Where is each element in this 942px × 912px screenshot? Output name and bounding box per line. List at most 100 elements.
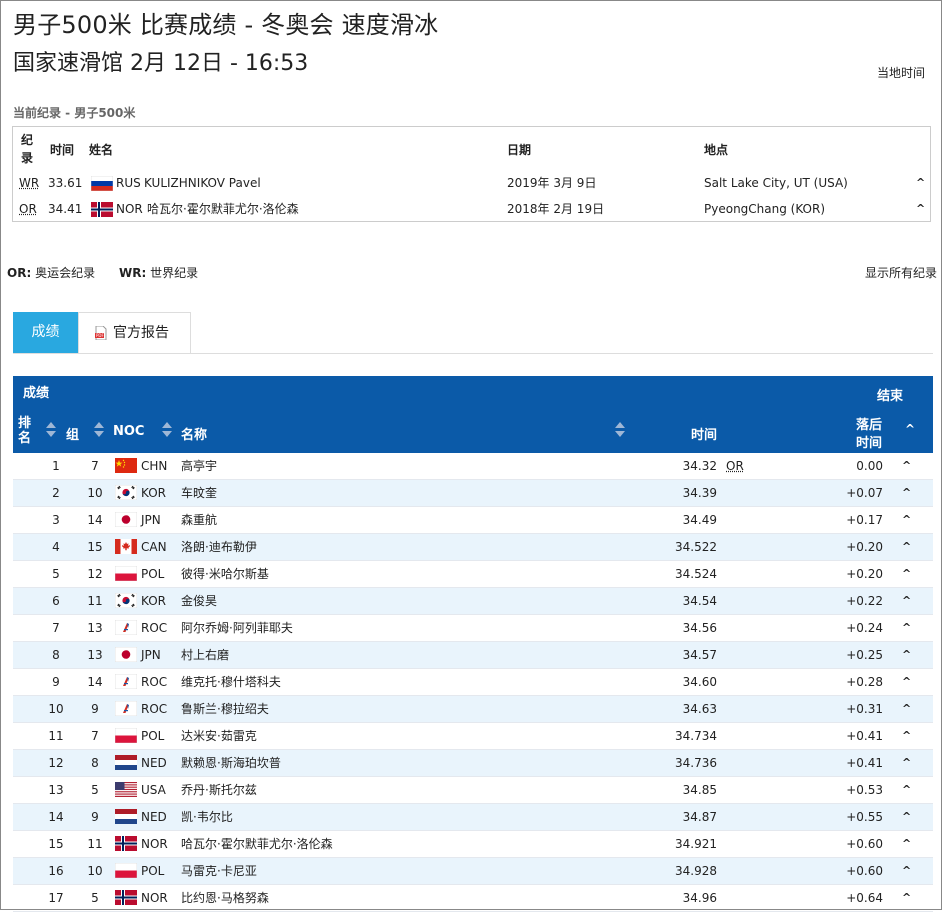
- table-row[interactable]: 3 14 JPN 森重航 34.49 +0.17 ^: [13, 507, 933, 534]
- row-noc: ROC: [141, 702, 168, 716]
- row-noc: KOR: [141, 486, 166, 500]
- roc-flag-icon: [115, 620, 137, 635]
- table-row[interactable]: 6 11 KOR 金俊昊 34.54 +0.22 ^: [13, 588, 933, 615]
- local-time-toggle[interactable]: 当地时间: [877, 64, 925, 81]
- table-row[interactable]: 9 14 ROC 维克托·穆什塔科夫 34.60 +0.28 ^: [13, 669, 933, 696]
- chevron-up-icon[interactable]: ^: [902, 588, 911, 614]
- row-athlete-name[interactable]: 鲁斯兰·穆拉绍夫: [181, 696, 269, 722]
- row-behind: +0.28: [846, 675, 883, 689]
- row-athlete-name[interactable]: 哈瓦尔·霍尔默菲尤尔·洛伦森: [181, 831, 333, 857]
- chevron-up-icon[interactable]: ^: [902, 885, 911, 911]
- row-group: 9: [91, 702, 99, 716]
- results-table-header: 成绩 结束 排名 组 NOC 名称 时间 落后 时间 ^: [13, 376, 933, 453]
- chevron-up-icon[interactable]: ^: [902, 534, 911, 560]
- row-athlete-name[interactable]: 阿尔乔姆·阿列菲耶夫: [181, 615, 293, 641]
- record-type[interactable]: OR: [19, 196, 37, 222]
- row-athlete-name[interactable]: 彼得·米哈尔斯基: [181, 561, 269, 587]
- row-athlete-name[interactable]: 高亭宇: [181, 453, 217, 479]
- pol-flag-icon: [115, 728, 137, 743]
- row-noc: CAN: [141, 540, 167, 554]
- row-athlete-name[interactable]: 金俊昊: [181, 588, 217, 614]
- table-row[interactable]: 17 5 NOR 比约恩·马格努森 34.96 +0.64 ^: [13, 885, 933, 912]
- record-athlete[interactable]: KULIZHNIKOV Pavel: [144, 170, 261, 196]
- row-athlete-name[interactable]: 维克托·穆什塔科夫: [181, 669, 281, 695]
- chevron-up-icon[interactable]: ^: [902, 669, 911, 695]
- row-record-badge[interactable]: OR: [726, 453, 744, 479]
- row-noc: NOR: [141, 837, 168, 851]
- chevron-up-icon[interactable]: ^: [902, 642, 911, 668]
- table-row[interactable]: 7 13 ROC 阿尔乔姆·阿列菲耶夫 34.56 +0.24 ^: [13, 615, 933, 642]
- nor-flag-icon: [115, 836, 137, 851]
- chevron-up-icon[interactable]: ^: [902, 804, 911, 830]
- table-row[interactable]: 12 8 NED 默赖恩·斯海珀坎普 34.736 +0.41 ^: [13, 750, 933, 777]
- col-rank[interactable]: 排名: [18, 416, 32, 446]
- col-behind-line2[interactable]: 时间: [856, 432, 882, 451]
- chevron-up-icon[interactable]: ^: [916, 170, 925, 196]
- table-row[interactable]: 5 12 POL 彼得·米哈尔斯基 34.524 +0.20 ^: [13, 561, 933, 588]
- record-date: 2018年 2月 19日: [507, 202, 605, 216]
- records-heading: 当前纪录 - 男子500米: [13, 106, 136, 120]
- table-row[interactable]: 11 7 POL 达米安·茹雷克 34.734 +0.41 ^: [13, 723, 933, 750]
- row-behind: +0.20: [846, 567, 883, 581]
- row-athlete-name[interactable]: 比约恩·马格努森: [181, 885, 269, 911]
- table-row[interactable]: 2 10 KOR 车旼奎 34.39 +0.07 ^: [13, 480, 933, 507]
- chevron-up-icon[interactable]: ^: [916, 196, 925, 222]
- chevron-up-icon[interactable]: ^: [902, 480, 911, 506]
- row-rank: 8: [52, 648, 60, 662]
- chevron-up-icon[interactable]: ^: [902, 561, 911, 587]
- row-rank: 10: [48, 702, 64, 716]
- tab-results[interactable]: 成绩: [13, 312, 78, 353]
- col-time[interactable]: 时间: [691, 424, 717, 443]
- chevron-up-icon[interactable]: ^: [902, 507, 911, 533]
- chevron-up-icon[interactable]: ^: [902, 750, 911, 776]
- kor-flag-icon: [115, 485, 137, 500]
- record-type[interactable]: WR: [19, 170, 39, 196]
- col-behind-line1[interactable]: 落后: [856, 414, 882, 433]
- chevron-up-icon[interactable]: ^: [902, 831, 911, 857]
- table-row[interactable]: 4 15 CAN 洛朗·迪布勒伊 34.522 +0.20 ^: [13, 534, 933, 561]
- row-athlete-name[interactable]: 车旼奎: [181, 480, 217, 506]
- table-row[interactable]: 15 11 NOR 哈瓦尔·霍尔默菲尤尔·洛伦森 34.921 +0.60 ^: [13, 831, 933, 858]
- chevron-up-icon[interactable]: ^: [902, 453, 911, 479]
- row-group: 7: [91, 459, 99, 473]
- table-row[interactable]: 16 10 POL 马雷克·卡尼亚 34.928 +0.60 ^: [13, 858, 933, 885]
- row-athlete-name[interactable]: 乔丹·斯托尔兹: [181, 777, 257, 803]
- chevron-up-icon[interactable]: ^: [902, 858, 911, 884]
- tab-official-report[interactable]: PDF 官方报告: [78, 312, 191, 353]
- row-rank: 9: [52, 675, 60, 689]
- row-athlete-name[interactable]: 森重航: [181, 507, 217, 533]
- col-group[interactable]: 组: [66, 424, 79, 443]
- table-row[interactable]: 10 9 ROC 鲁斯兰·穆拉绍夫 34.63 +0.31 ^: [13, 696, 933, 723]
- row-athlete-name[interactable]: 村上右磨: [181, 642, 229, 668]
- chevron-up-icon[interactable]: ^: [902, 696, 911, 722]
- col-name[interactable]: 名称: [181, 424, 207, 443]
- col-noc[interactable]: NOC: [113, 424, 144, 439]
- row-athlete-name[interactable]: 洛朗·迪布勒伊: [181, 534, 257, 560]
- sort-icon[interactable]: [162, 422, 172, 438]
- show-all-records-link[interactable]: 显示所有纪录: [865, 264, 937, 281]
- table-row[interactable]: 13 5 USA 乔丹·斯托尔兹 34.85 +0.53 ^: [13, 777, 933, 804]
- chevron-up-icon[interactable]: ^: [902, 615, 911, 641]
- table-row[interactable]: 14 9 NED 凯·韦尔比 34.87 +0.55 ^: [13, 804, 933, 831]
- record-athlete[interactable]: 哈瓦尔·霍尔默菲尤尔·洛伦森: [147, 196, 299, 222]
- table-row[interactable]: 8 13 JPN 村上右磨 34.57 +0.25 ^: [13, 642, 933, 669]
- row-behind: +0.22: [846, 594, 883, 608]
- row-athlete-name[interactable]: 凯·韦尔比: [181, 804, 233, 830]
- row-athlete-name[interactable]: 默赖恩·斯海珀坎普: [181, 750, 281, 776]
- row-athlete-name[interactable]: 马雷克·卡尼亚: [181, 858, 257, 884]
- chevron-up-icon[interactable]: ^: [902, 723, 911, 749]
- chn-flag-icon: [115, 458, 137, 473]
- row-time: 34.60: [682, 675, 717, 689]
- sort-icon[interactable]: [46, 422, 56, 438]
- chevron-up-icon[interactable]: ^: [902, 777, 911, 803]
- chevron-up-icon[interactable]: ^: [905, 422, 915, 436]
- table-row[interactable]: 1 7 CHN 高亭宇 34.32 OR 0.00 ^: [13, 453, 933, 480]
- row-athlete-name[interactable]: 达米安·茹雷克: [181, 723, 257, 749]
- ned-flag-icon: [115, 755, 137, 770]
- page-title: 男子500米 比赛成绩 - 冬奥会 速度滑冰: [13, 11, 439, 39]
- legend-wr-text: 世界纪录: [150, 266, 199, 280]
- row-noc: USA: [141, 783, 166, 797]
- sort-icon[interactable]: [94, 422, 104, 438]
- sort-icon[interactable]: [615, 422, 625, 438]
- row-group: 13: [87, 621, 103, 635]
